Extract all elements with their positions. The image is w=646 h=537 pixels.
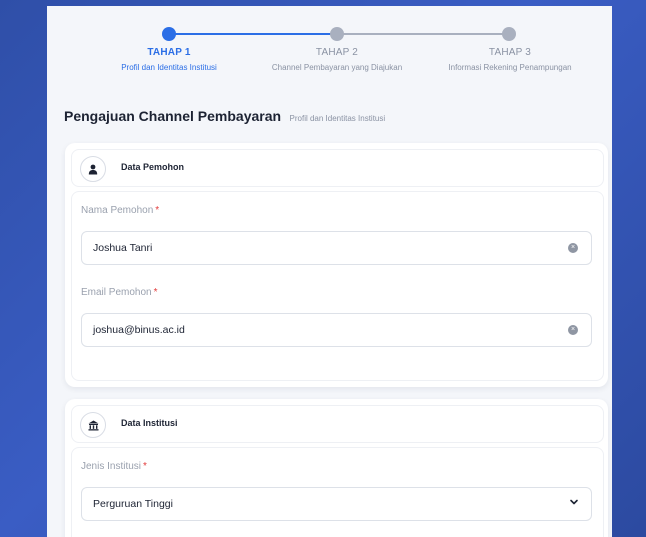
applicant-name-label-text: Nama Pemohon <box>81 205 154 216</box>
chevron-down-icon[interactable] <box>568 496 580 508</box>
step-1-subtitle: Profil dan Identitas Institusi <box>121 63 217 72</box>
step-2-title: TAHAP 2 <box>315 47 359 58</box>
page-title: Pengajuan Channel Pembayaran <box>64 108 282 124</box>
applicant-card: Data Pemohon Nama Pemohon * Joshua Tanri … <box>65 143 608 387</box>
institution-type-label: Jenis Institusi * <box>81 461 147 472</box>
applicant-email-value: joshua@binus.ac.id <box>93 324 185 336</box>
applicant-card-body: Nama Pemohon * Joshua Tanri × Email Pemoh… <box>71 191 604 381</box>
applicant-name-label: Nama Pemohon * <box>81 205 159 216</box>
step-2-subtitle: Channel Pembayaran yang Diajukan <box>271 63 403 72</box>
step-3-dot[interactable] <box>502 27 516 41</box>
institution-type-value: Perguruan Tinggi <box>93 498 173 510</box>
institution-type-select[interactable]: Perguruan Tinggi <box>81 487 592 521</box>
applicant-email-label-text: Email Pemohon <box>81 287 152 298</box>
stepper-line-pending <box>337 33 507 35</box>
institution-card-header: Data Institusi <box>71 405 604 443</box>
institution-building-icon <box>80 412 106 438</box>
person-icon <box>80 156 106 182</box>
page-heading: Pengajuan Channel Pembayaran Profil dan … <box>64 108 385 126</box>
institution-type-label-text: Jenis Institusi <box>81 461 142 472</box>
step-1-title: TAHAP 1 <box>147 47 191 58</box>
clear-icon[interactable]: × <box>568 243 578 253</box>
applicant-name-input[interactable]: Joshua Tanri × <box>81 231 592 265</box>
required-marker: * <box>155 205 160 216</box>
required-marker: * <box>153 287 158 298</box>
required-marker: * <box>143 461 147 472</box>
applicant-card-header: Data Pemohon <box>71 149 604 187</box>
applicant-email-input[interactable]: joshua@binus.ac.id × <box>81 313 592 347</box>
applicant-name-value: Joshua Tanri <box>93 242 153 254</box>
applicant-card-title: Data Pemohon <box>121 162 185 172</box>
form-panel: TAHAP 1 Profil dan Identitas Institusi T… <box>47 6 612 537</box>
clear-icon[interactable]: × <box>568 325 578 335</box>
progress-stepper: TAHAP 1 Profil dan Identitas Institusi T… <box>47 6 612 96</box>
institution-card-body: Jenis Institusi * Perguruan Tinggi <box>71 447 604 537</box>
step-2-dot[interactable] <box>330 27 344 41</box>
step-3-subtitle: Informasi Rekening Penampungan <box>448 63 572 72</box>
applicant-email-label: Email Pemohon * <box>81 287 158 298</box>
step-3-title: TAHAP 3 <box>488 47 532 58</box>
stepper-line-completed <box>169 33 337 35</box>
step-1-dot[interactable] <box>162 27 176 41</box>
institution-card: Data Institusi Jenis Institusi * Pergurua… <box>65 399 608 537</box>
institution-card-title: Data Institusi <box>121 418 178 428</box>
page-subtitle: Profil dan Identitas Institusi <box>289 114 386 123</box>
